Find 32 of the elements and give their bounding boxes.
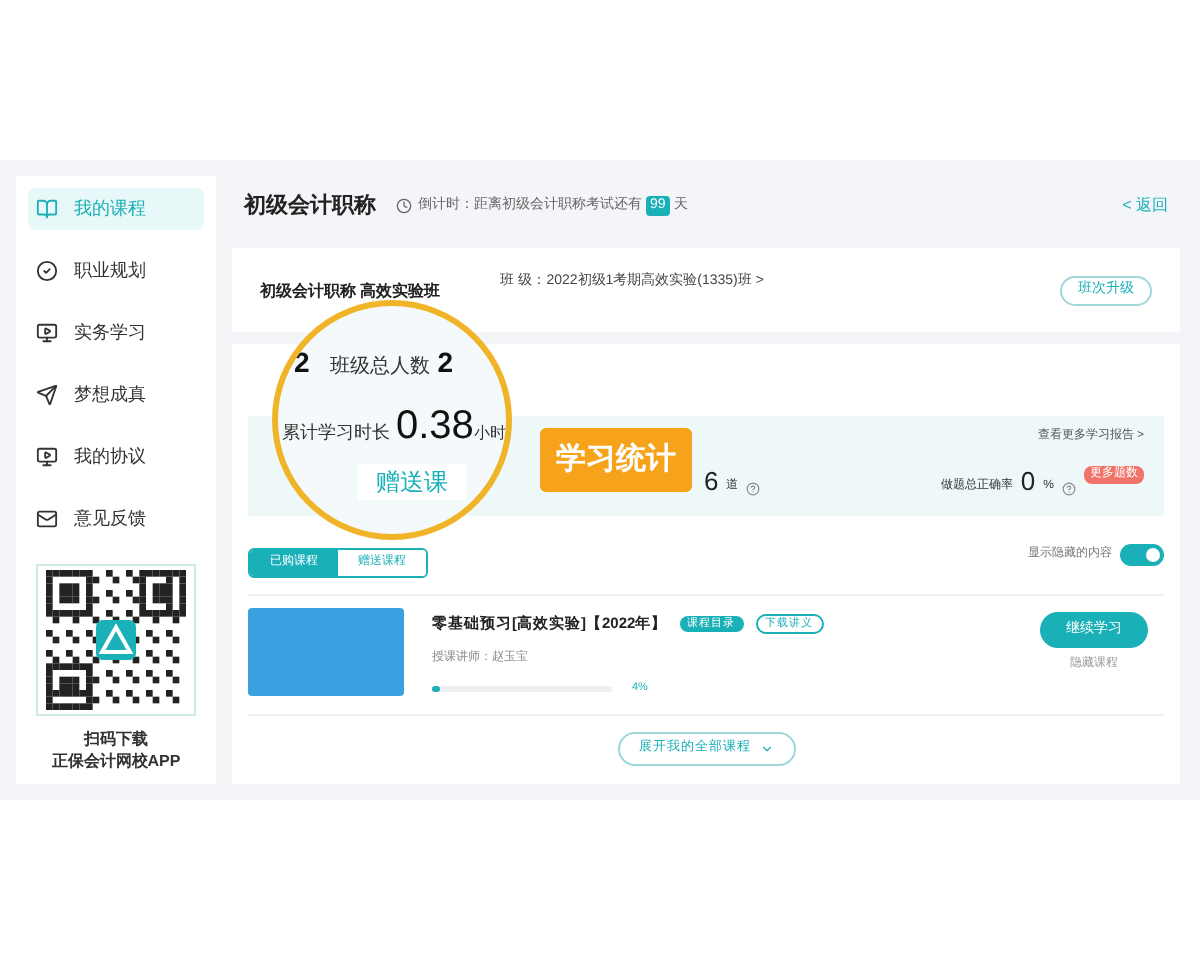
paper-plane-icon	[36, 384, 58, 406]
qr-caption: 扫码下载	[84, 728, 148, 750]
mail-icon	[36, 508, 58, 530]
gift-tab[interactable]: 赠送课	[358, 464, 466, 500]
stat-value: 2	[294, 344, 310, 382]
book-icon	[36, 198, 58, 220]
back-link[interactable]: < 返回	[1122, 194, 1168, 218]
study-time-value: 0.38	[396, 402, 474, 452]
page-title: 初级会计职称	[244, 191, 376, 222]
qr-caption: 正保会计网校APP	[51, 750, 181, 772]
sidebar-item[interactable]: 我的协议	[28, 436, 204, 478]
callout-label: 学习统计	[540, 428, 692, 492]
sidebar-item[interactable]: 我的课程	[28, 188, 204, 230]
class-size-label: 班级总人数	[329, 353, 430, 382]
chevron-down-icon	[759, 741, 773, 755]
monitor-icon	[36, 322, 58, 344]
check-circle-icon	[36, 260, 58, 282]
sidebar-item[interactable]: 意见反馈	[28, 498, 204, 540]
help-icon[interactable]	[1062, 482, 1076, 496]
sidebar-item[interactable]: 实务学习	[28, 312, 204, 354]
class-title: 初级会计职称 高效实验班	[260, 280, 441, 304]
help-icon[interactable]	[746, 482, 761, 496]
accuracy-value: 0	[1020, 468, 1036, 496]
show-hidden-toggle[interactable]	[1120, 544, 1164, 566]
class-size-value: 2	[437, 344, 454, 382]
study-time-label: 累计学习时长	[282, 420, 390, 446]
sidebar-item[interactable]: 职业规划	[28, 250, 204, 292]
clock-icon	[396, 198, 412, 214]
study-time-unit: 小时	[473, 422, 506, 446]
sidebar-item[interactable]: 梦想成真	[28, 374, 204, 416]
done-value: 6	[704, 468, 719, 496]
monitor-icon	[36, 446, 58, 468]
